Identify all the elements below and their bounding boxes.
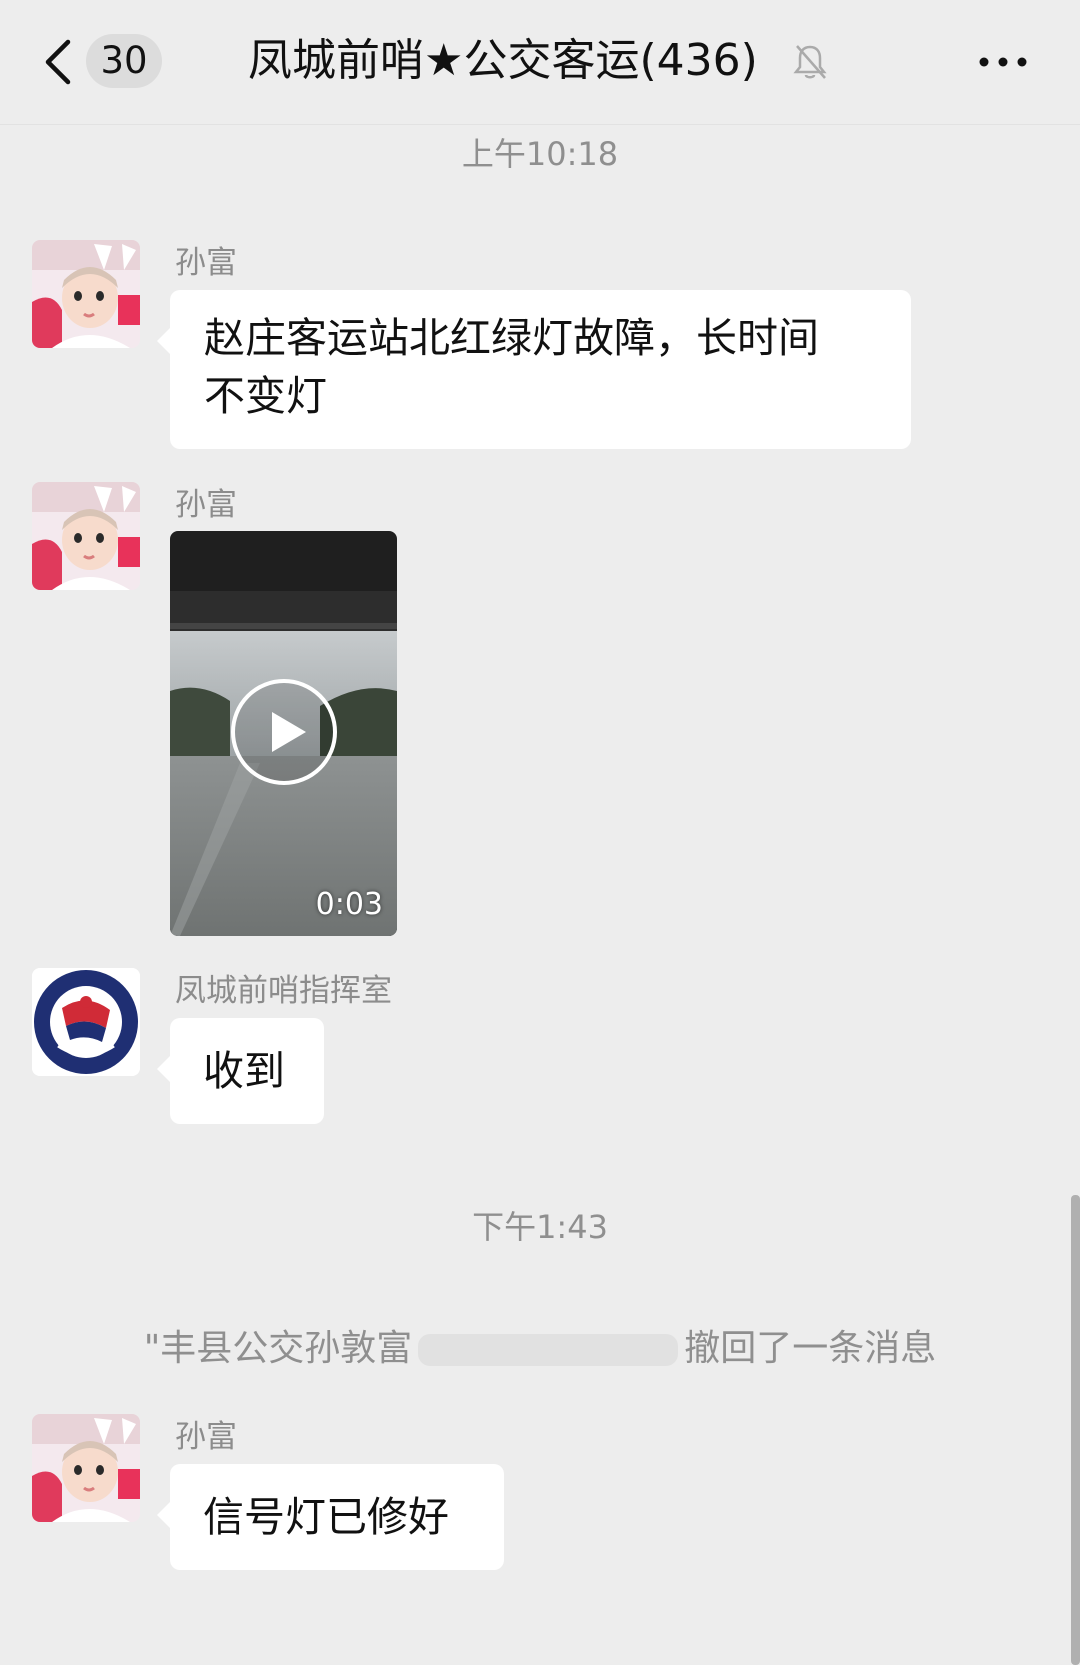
redacted-name (418, 1334, 679, 1366)
avatar-sun-fu[interactable] (32, 1414, 140, 1522)
video-duration: 0:03 (315, 887, 383, 922)
timestamp: 上午10:18 (461, 135, 619, 173)
message-bubble[interactable]: 收到 (157, 1018, 324, 1124)
message-text-line: 赵庄客运站北红绿灯故障，长时间 (204, 314, 819, 362)
chat-title[interactable]: 凤城前哨★公交客运(436) (248, 30, 788, 92)
sender-name: 孙富 (175, 245, 237, 281)
sender-name: 凤城前哨指挥室 (175, 973, 392, 1009)
sender-name: 孙富 (175, 1419, 237, 1455)
recall-notice-suffix: 撤回了一条消息 (684, 1328, 937, 1369)
recall-notice-prefix: "丰县公交孙敦富 (143, 1328, 413, 1369)
timestamp: 下午1:43 (472, 1208, 608, 1246)
bell-off-icon (792, 42, 828, 82)
scrollbar[interactable] (1071, 1195, 1080, 1665)
message-text: 收到 (203, 1047, 285, 1095)
back-button[interactable] (40, 34, 80, 90)
unread-count-badge[interactable]: 30 (86, 34, 162, 88)
message-text: 信号灯已修好 (203, 1493, 449, 1541)
recall-notice: "丰县公交孙敦富 撤回了一条消息 (0, 1328, 1080, 1370)
avatar-sun-fu[interactable] (32, 482, 140, 590)
sender-name: 孙富 (175, 487, 237, 523)
avatar-sun-fu[interactable] (32, 240, 140, 348)
message-text-line: 不变灯 (204, 372, 327, 420)
message-bubble[interactable]: 信号灯已修好 (157, 1464, 504, 1570)
more-dots-icon (979, 57, 1027, 67)
avatar-command-room[interactable] (32, 968, 140, 1076)
video-message[interactable]: 0:03 (170, 531, 397, 936)
more-button[interactable] (978, 52, 1028, 72)
play-icon[interactable] (230, 678, 338, 786)
chevron-left-icon (45, 39, 71, 85)
chat-header: 30 凤城前哨★公交客运(436) (0, 0, 1080, 125)
message-bubble[interactable]: 赵庄客运站北红绿灯故障，长时间 不变灯 (157, 290, 911, 449)
